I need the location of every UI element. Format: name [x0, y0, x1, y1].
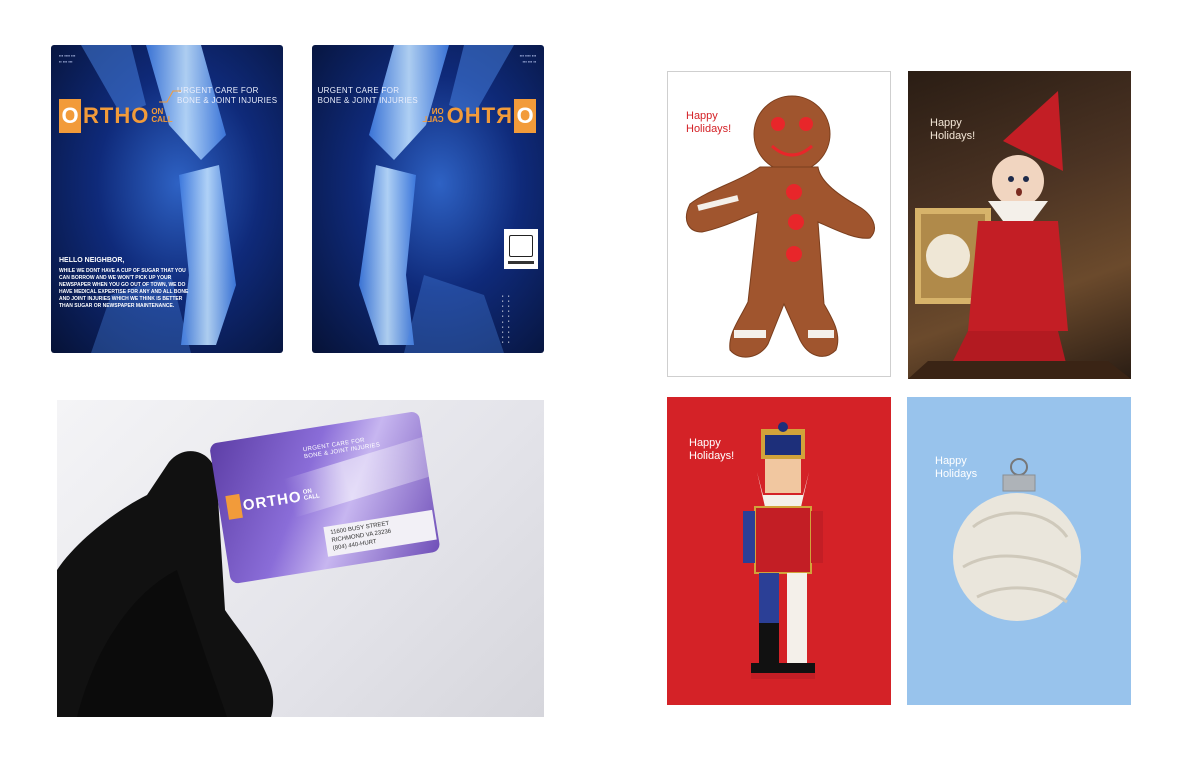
mailer-heading: HELLO NEIGHBOR,	[59, 257, 125, 264]
card-logo-oncall: ON CALL	[303, 487, 321, 502]
logo-o: O	[59, 99, 81, 133]
return-address: ▪▪▪▪▪ ▪▪▪▪▪ ▪▪▪▪ ▪▪▪▪▪▪	[500, 293, 511, 345]
tagline-connector	[159, 90, 181, 103]
holiday-card-elf: Happy Holidays!	[908, 71, 1131, 379]
ortho-logo: O RTHO ON CALL	[59, 99, 173, 133]
tagline-line1: URGENT CARE FOR	[177, 86, 259, 95]
logo-rtho: RTHO	[445, 103, 512, 128]
greeting-line2: Holidays!	[930, 130, 976, 142]
mailer-front-fineprint: ▪▪▪ ▪▪▪▪ ▪▪▪ ▪▪ ▪▪▪ ▪▪▪	[59, 53, 76, 64]
mailer-body-text: WHILE WE DONT HAVE A CUP OF SUGAR THAT Y…	[59, 268, 189, 309]
logo-call: CALL	[151, 115, 173, 124]
logo-oncall: ON CALL	[422, 107, 444, 124]
card-logo-o	[225, 493, 243, 520]
holiday-greeting: Happy Holidays!	[930, 117, 975, 143]
logo-oncall: ON CALL	[151, 108, 173, 124]
barcode	[508, 261, 534, 264]
gingerbread-man-image	[686, 95, 875, 358]
mailer-back: O RTHO ON CALL URGENT CARE FOR BONE & JO…	[312, 45, 544, 353]
nutcracker-image	[743, 422, 823, 679]
holiday-card-gingerbread: Happy Holidays!	[667, 71, 891, 377]
tagline-line2: BONE & JOINT INJURIES	[177, 96, 278, 105]
logo-o: O	[514, 99, 536, 133]
card-photo: ORTHO ON CALL URGENT CARE FOR BONE & JOI…	[57, 400, 544, 717]
ortho-logo-mirrored: O RTHO ON CALL	[422, 99, 536, 133]
mailer-message: HELLO NEIGHBOR, WHILE WE DONT HAVE A CUP…	[59, 257, 194, 310]
ornament-image	[953, 458, 1081, 621]
mailer-tagline-mirrored: URGENT CARE FOR BONE & JOINT INJURIES	[318, 86, 418, 106]
postage-stamp-area	[504, 229, 538, 269]
logo-call: CALL	[422, 115, 444, 124]
logo-rtho: RTHO	[83, 103, 150, 128]
holiday-card-nutcracker: Happy Holidays!	[667, 397, 891, 705]
holiday-card-ornament: Happy Holidays	[907, 397, 1131, 705]
mailer-tagline: URGENT CARE FOR BONE & JOINT INJURIES	[177, 86, 277, 106]
mailer-back-fineprint: ▪▪▪ ▪▪▪▪ ▪▪▪ ▪▪ ▪▪▪ ▪▪▪	[519, 53, 536, 64]
stamp-box	[509, 235, 533, 257]
greeting-line1: Happy	[930, 117, 962, 129]
tagline-line1: URGENT CARE FOR	[317, 86, 400, 95]
card-logo-call: CALL	[303, 493, 321, 502]
mailer-front: ▪▪▪ ▪▪▪▪ ▪▪▪ ▪▪ ▪▪▪ ▪▪▪ O RTHO ON CALL UR…	[51, 45, 283, 353]
card-address: 11600 BUSY STREET RICHMOND VA 23236 (804…	[323, 509, 437, 557]
tagline-line2: BONE & JOINT INJURIES	[317, 96, 418, 105]
